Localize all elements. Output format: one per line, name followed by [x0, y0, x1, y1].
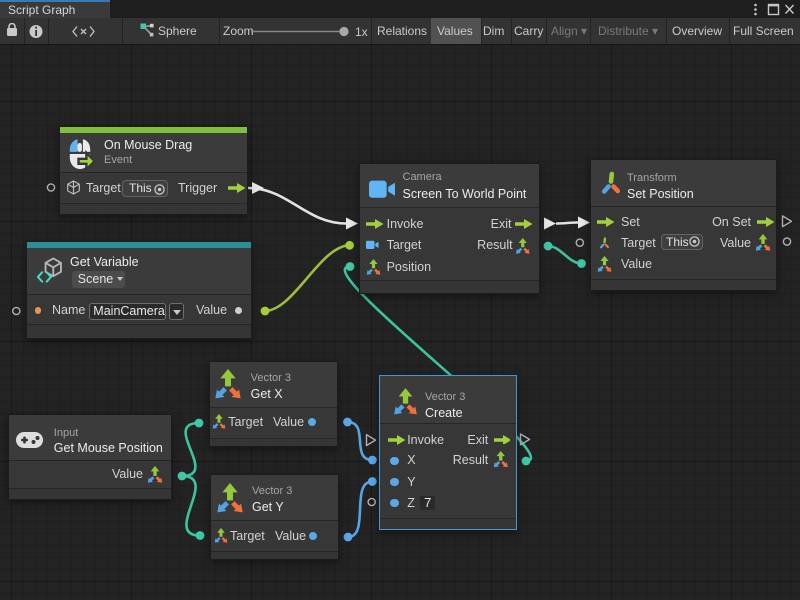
svg-text:1x: 1x — [355, 25, 368, 39]
